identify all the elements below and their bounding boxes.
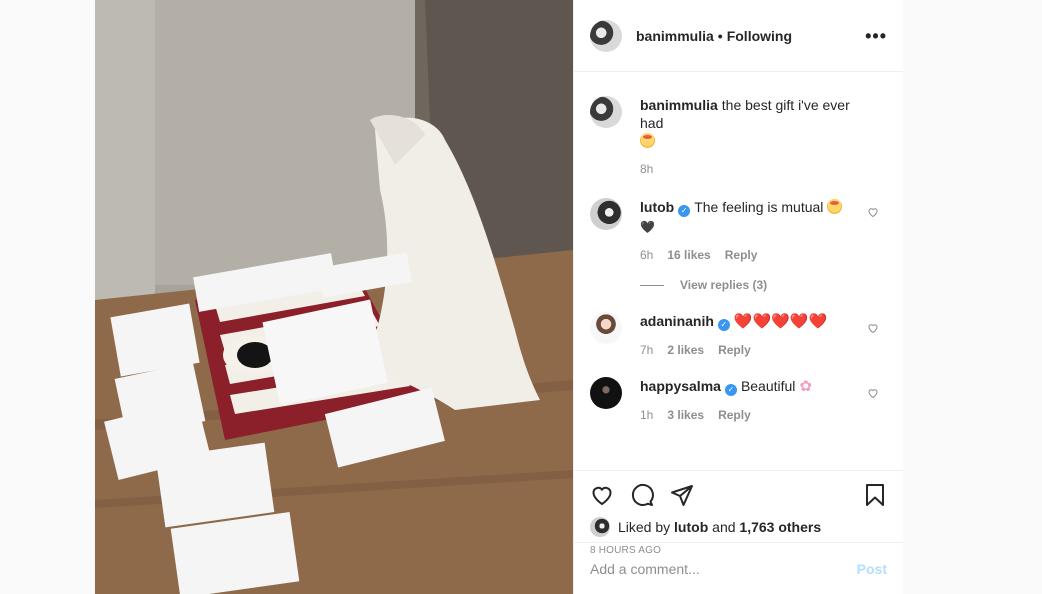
comment-input[interactable] xyxy=(590,560,857,577)
comment-meta: 6h 16 likes Reply xyxy=(640,248,865,262)
caption: banimmulia the best gift i've ever had 8h xyxy=(590,72,887,176)
black-heart-icon: 🖤 xyxy=(640,220,655,234)
liked-by-prefix: Liked by xyxy=(618,519,671,535)
comment-username[interactable]: adaninanih xyxy=(640,313,714,329)
caption-meta: 8h xyxy=(640,162,865,176)
comment-text: lutob ✓ The feeling is mutual 🖤 xyxy=(640,198,865,236)
comment-avatar[interactable] xyxy=(590,377,622,409)
comment-time[interactable]: 1h xyxy=(640,408,653,422)
view-replies-label: View replies (3) xyxy=(680,278,768,292)
like-comment-icon[interactable] xyxy=(867,322,879,334)
caption-time[interactable]: 8h xyxy=(640,162,653,176)
comment-username[interactable]: lutob xyxy=(640,199,674,215)
comment-likes[interactable]: 3 likes xyxy=(667,408,704,422)
verified-badge-icon: ✓ xyxy=(678,205,691,217)
action-bar xyxy=(590,481,887,509)
comment-text: adaninanih ✓ ❤️❤️❤️❤️❤️ xyxy=(640,312,865,331)
comment-item: happysalma ✓ Beautiful ✿ 1h 3 likes Reply xyxy=(590,357,887,422)
comment-icon[interactable] xyxy=(630,483,654,507)
author-avatar[interactable] xyxy=(590,19,622,52)
replies-line xyxy=(640,284,664,286)
likes-count[interactable]: 1,763 others xyxy=(739,519,821,535)
comment-body: Beautiful xyxy=(740,378,796,394)
comment-meta: 7h 2 likes Reply xyxy=(640,343,865,357)
following-button[interactable]: Following xyxy=(727,28,792,44)
verified-badge-icon: ✓ xyxy=(717,319,730,331)
post-sidebar: banimmulia • Following ••• banimmulia the… xyxy=(573,0,903,594)
comment-avatar[interactable] xyxy=(590,312,622,344)
reply-button[interactable]: Reply xyxy=(718,343,751,357)
like-icon[interactable] xyxy=(590,483,614,507)
cherry-blossom-icon: ✿ xyxy=(799,378,812,395)
reply-button[interactable]: Reply xyxy=(718,408,751,422)
save-icon[interactable] xyxy=(863,483,887,507)
reply-button[interactable]: Reply xyxy=(725,248,758,262)
comment-username[interactable]: happysalma xyxy=(640,378,721,394)
comment-likes[interactable]: 16 likes xyxy=(667,248,710,262)
comment-likes[interactable]: 2 likes xyxy=(667,343,704,357)
separator-dot: • xyxy=(717,27,723,44)
like-comment-icon[interactable] xyxy=(867,206,879,218)
add-comment-bar: Post xyxy=(574,542,903,594)
share-icon[interactable] xyxy=(670,483,694,507)
verified-badge-icon: ✓ xyxy=(724,384,737,396)
post-photo[interactable] xyxy=(95,0,573,594)
comment-text: happysalma ✓ Beautiful ✿ xyxy=(640,377,865,396)
comment-item: lutob ✓ The feeling is mutual 🖤 6h 16 like… xyxy=(590,176,887,262)
comment-avatar[interactable] xyxy=(590,198,622,230)
instagram-post: banimmulia • Following ••• banimmulia the… xyxy=(95,0,903,594)
smiling-face-with-hearts-icon xyxy=(827,199,843,214)
caption-text: banimmulia the best gift i've ever had xyxy=(640,96,865,150)
post-header: banimmulia • Following ••• xyxy=(574,0,903,72)
smiling-face-with-hearts-icon xyxy=(640,133,655,148)
caption-avatar[interactable] xyxy=(590,96,622,128)
comment-body: The feeling is mutual xyxy=(694,199,824,215)
post-image xyxy=(95,0,573,594)
comment-meta: 1h 3 likes Reply xyxy=(640,408,865,422)
liked-by: Liked by lutob and 1,763 others xyxy=(590,517,887,537)
liked-by-user[interactable]: lutob xyxy=(674,519,708,535)
view-replies-button[interactable]: View replies (3) xyxy=(640,278,887,292)
more-options-icon[interactable]: ••• xyxy=(865,27,887,45)
like-comment-icon[interactable] xyxy=(867,387,879,399)
liked-by-and: and xyxy=(712,519,736,535)
comments-list: banimmulia the best gift i've ever had 8h… xyxy=(574,72,903,470)
comment-body: ❤️❤️❤️❤️❤️ xyxy=(733,313,828,330)
post-comment-button[interactable]: Post xyxy=(857,561,887,577)
comment-time[interactable]: 6h xyxy=(640,248,653,262)
caption-username[interactable]: banimmulia xyxy=(640,97,718,113)
comment-item: adaninanih ✓ ❤️❤️❤️❤️❤️ 7h 2 likes Reply xyxy=(590,292,887,357)
liked-by-avatar[interactable] xyxy=(590,517,610,537)
comment-time[interactable]: 7h xyxy=(640,343,653,357)
author-username[interactable]: banimmulia xyxy=(636,28,714,44)
